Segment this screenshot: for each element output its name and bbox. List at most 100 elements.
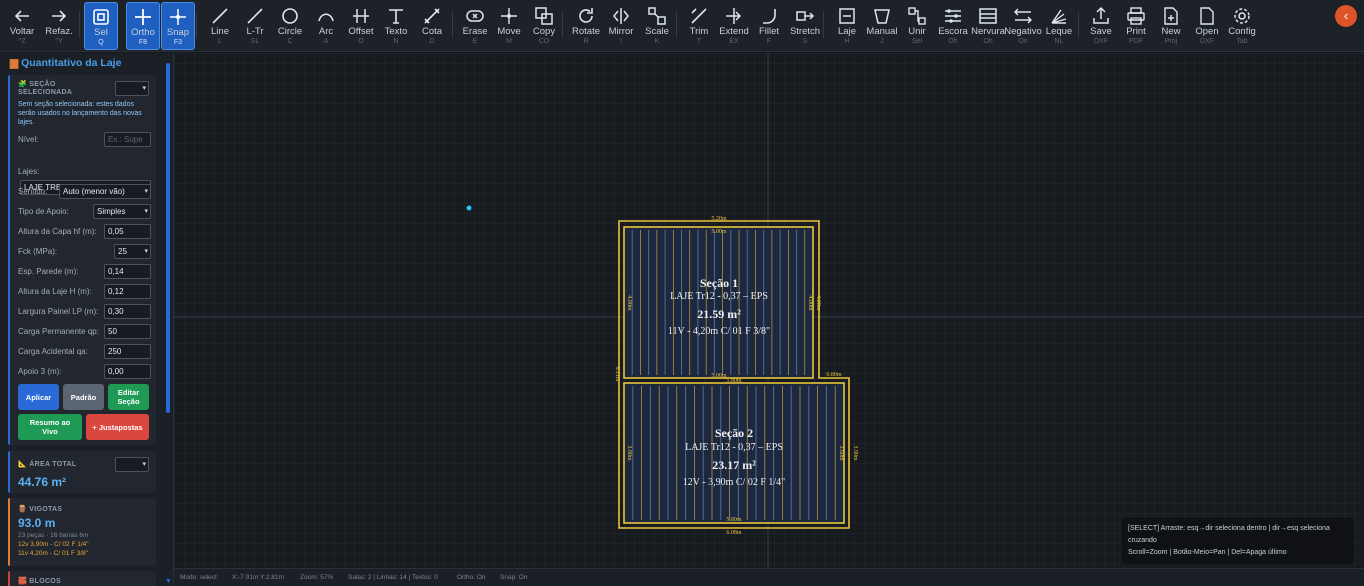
- cursor-point: [466, 205, 472, 211]
- field-label: Apoio 3 (m):: [18, 367, 62, 376]
- section-1-title: Seção 1: [700, 276, 738, 290]
- status-snap: Snap: On: [500, 574, 528, 581]
- dim-top-outer: 5.20m: [711, 216, 727, 222]
- line-icon: [212, 8, 228, 24]
- beams-heading: 🪵 VIGOTAS: [18, 505, 62, 513]
- panel-title-text: Quantitativo da Laje: [21, 57, 122, 69]
- tool-copy-button[interactable]: Copy CO: [527, 2, 561, 50]
- apply-button[interactable]: Aplicar: [18, 384, 59, 410]
- area-select[interactable]: ▾: [115, 457, 149, 472]
- section-1-area: 21.59 m²: [697, 307, 741, 321]
- dim-step: 0.80m: [826, 372, 842, 378]
- dim-bottom-outer: 6.08m: [726, 530, 742, 536]
- chevron-down-icon: ▾: [142, 85, 146, 92]
- arrow-right-icon: [52, 10, 67, 22]
- beams-heading-text: VIGOTAS: [29, 506, 63, 513]
- tool-cota-button[interactable]: Cota D: [415, 2, 449, 50]
- beams-card: 🪵 VIGOTAS 93.0 m 23 peças · 16 barras 6m…: [8, 498, 156, 566]
- new-file-icon: [1164, 7, 1178, 25]
- field-select[interactable]: 25 ▾: [114, 244, 151, 259]
- arc-icon: [318, 13, 334, 22]
- beams-total-value: 93.0 m: [18, 516, 56, 530]
- field-row: Apoio 3 (m): 0,00: [18, 364, 151, 380]
- beams-line-2: 11v 4,20m - C/ 01 F 3/8": [18, 550, 89, 557]
- tool-stretch-button[interactable]: Stretch S: [788, 2, 822, 50]
- command-hint: [SELECT] Arraste: esq→dir seleciona dent…: [1122, 518, 1354, 564]
- circle-icon: [282, 8, 298, 24]
- status-ortho: Ortho: On: [457, 574, 486, 581]
- tool-leque-button[interactable]: Leque NL: [1042, 2, 1076, 50]
- field-input[interactable]: 0,12: [104, 284, 151, 299]
- printer-icon: [1127, 7, 1145, 25]
- tool-config-button[interactable]: Config Tab: [1225, 2, 1259, 50]
- field-value: 0,30: [108, 307, 124, 316]
- adjacent-button[interactable]: + Justapostas: [86, 414, 149, 440]
- field-row: Fck (MPa): 25 ▾: [18, 244, 151, 260]
- field-select[interactable]: Auto (menor vão) ▾: [59, 184, 151, 199]
- section-heading-text: SEÇÃO SELECIONADA: [18, 81, 73, 96]
- hint-line-1: [SELECT] Arraste: esq→dir seleciona dent…: [1128, 525, 1330, 544]
- field-input[interactable]: Ex.: Supe: [104, 132, 151, 147]
- fillet-icon: [763, 9, 776, 24]
- mirror-icon: [613, 8, 629, 24]
- collapse-panel-button[interactable]: ‹: [1335, 5, 1357, 27]
- field-value: Simples: [97, 207, 126, 216]
- status-mode: Modo: select: [180, 574, 217, 581]
- panel-title: ▆ Quantitativo da Laje: [10, 57, 121, 69]
- area-card: 📐 ÁREA TOTAL ▾ 44.76 m²: [8, 451, 156, 493]
- line-icon: [247, 8, 263, 24]
- field-input[interactable]: 0,14: [104, 264, 151, 279]
- tool-scale-button[interactable]: Scale K: [640, 2, 674, 50]
- area-heading-text: ÁREA TOTAL: [29, 461, 77, 468]
- blocks-heading-text: BLOCOS: [29, 578, 62, 585]
- slab-drawing[interactable]: Seção 1LAJE Tr12 - 0,37 – EPS21.59 m²11V…: [174, 53, 1364, 568]
- scale-icon: [648, 7, 666, 25]
- dim-s1-bottom: 5.00m: [711, 373, 727, 379]
- field-input[interactable]: 0,00: [104, 364, 151, 379]
- field-select[interactable]: Simples ▾: [93, 204, 151, 219]
- field-label: Lajes:: [18, 167, 40, 176]
- open-file-icon: [1200, 7, 1214, 25]
- bricks-icon: ▆: [10, 57, 19, 69]
- field-input[interactable]: 50: [104, 324, 151, 339]
- default-button[interactable]: Padrão: [63, 384, 104, 410]
- plus-icon: [135, 9, 151, 25]
- toolbar: Voltar ^Z Refaz. ^Y Sel Q Ortho F8 Snap F3 Line L L-…: [0, 0, 1364, 52]
- scroll-down-icon[interactable]: ▼: [165, 578, 172, 585]
- drawing-canvas[interactable]: Seção 1 LAJE Tr12 - 0,37 – EPS 21.59 m² 11V…: [174, 53, 1364, 568]
- blocks-heading: 🧱 BLOCOS: [18, 577, 61, 585]
- toolbar-divider: [452, 12, 453, 38]
- section-card: 🧩 SEÇÃO SELECIONADA ▾ Sem seção selecion…: [8, 75, 156, 445]
- beams-line-1: 12v 3,90m - C/ 02 F 1/4": [18, 541, 89, 548]
- field-row: Esp. Parede (m): 0,14: [18, 264, 151, 280]
- field-input[interactable]: 250: [104, 344, 151, 359]
- toolbar-divider: [196, 12, 197, 38]
- edit-section-button[interactable]: Editar Seção: [108, 384, 149, 410]
- sliders-icon: [945, 9, 961, 23]
- scrollbar-thumb[interactable]: [166, 63, 170, 413]
- field-value: 25: [118, 247, 127, 256]
- tool-sel-button[interactable]: Sel Q: [84, 2, 118, 50]
- field-label: Largura Painel LP (m):: [18, 307, 99, 316]
- live-summary-button[interactable]: Resumo ao Vivo: [18, 414, 82, 440]
- tool-refazer-button[interactable]: Refaz. ^Y: [42, 2, 76, 50]
- field-row: Tipo de Apoio: Simples ▾: [18, 204, 151, 220]
- section-select[interactable]: ▾: [115, 81, 149, 96]
- field-label: Altura da Capa hf (m):: [18, 227, 97, 236]
- blocks-card: 🧱 BLOCOS: [8, 571, 156, 586]
- tool-snap-button[interactable]: Snap F3: [161, 2, 195, 50]
- field-label: Nível:: [18, 135, 39, 144]
- status-coords: X:-7.91m Y:2.81m: [232, 574, 284, 581]
- dim-s2-left: 3.80m: [626, 445, 632, 461]
- toolbar-divider: [676, 12, 677, 38]
- gear-icon: [1234, 8, 1250, 24]
- field-row: Sentido: Auto (menor vão) ▾: [18, 184, 151, 200]
- field-label: Carga Permanente qp:: [18, 327, 99, 336]
- slab-icon: [839, 8, 855, 24]
- field-value: 0,00: [108, 367, 124, 376]
- field-input[interactable]: 0,30: [104, 304, 151, 319]
- field-input[interactable]: 0,05: [104, 224, 151, 239]
- sidebar-scrollbar[interactable]: ▼: [165, 59, 172, 585]
- section-2-outline: [623, 382, 845, 524]
- dim-s2-right-b: 3.90m: [852, 445, 858, 461]
